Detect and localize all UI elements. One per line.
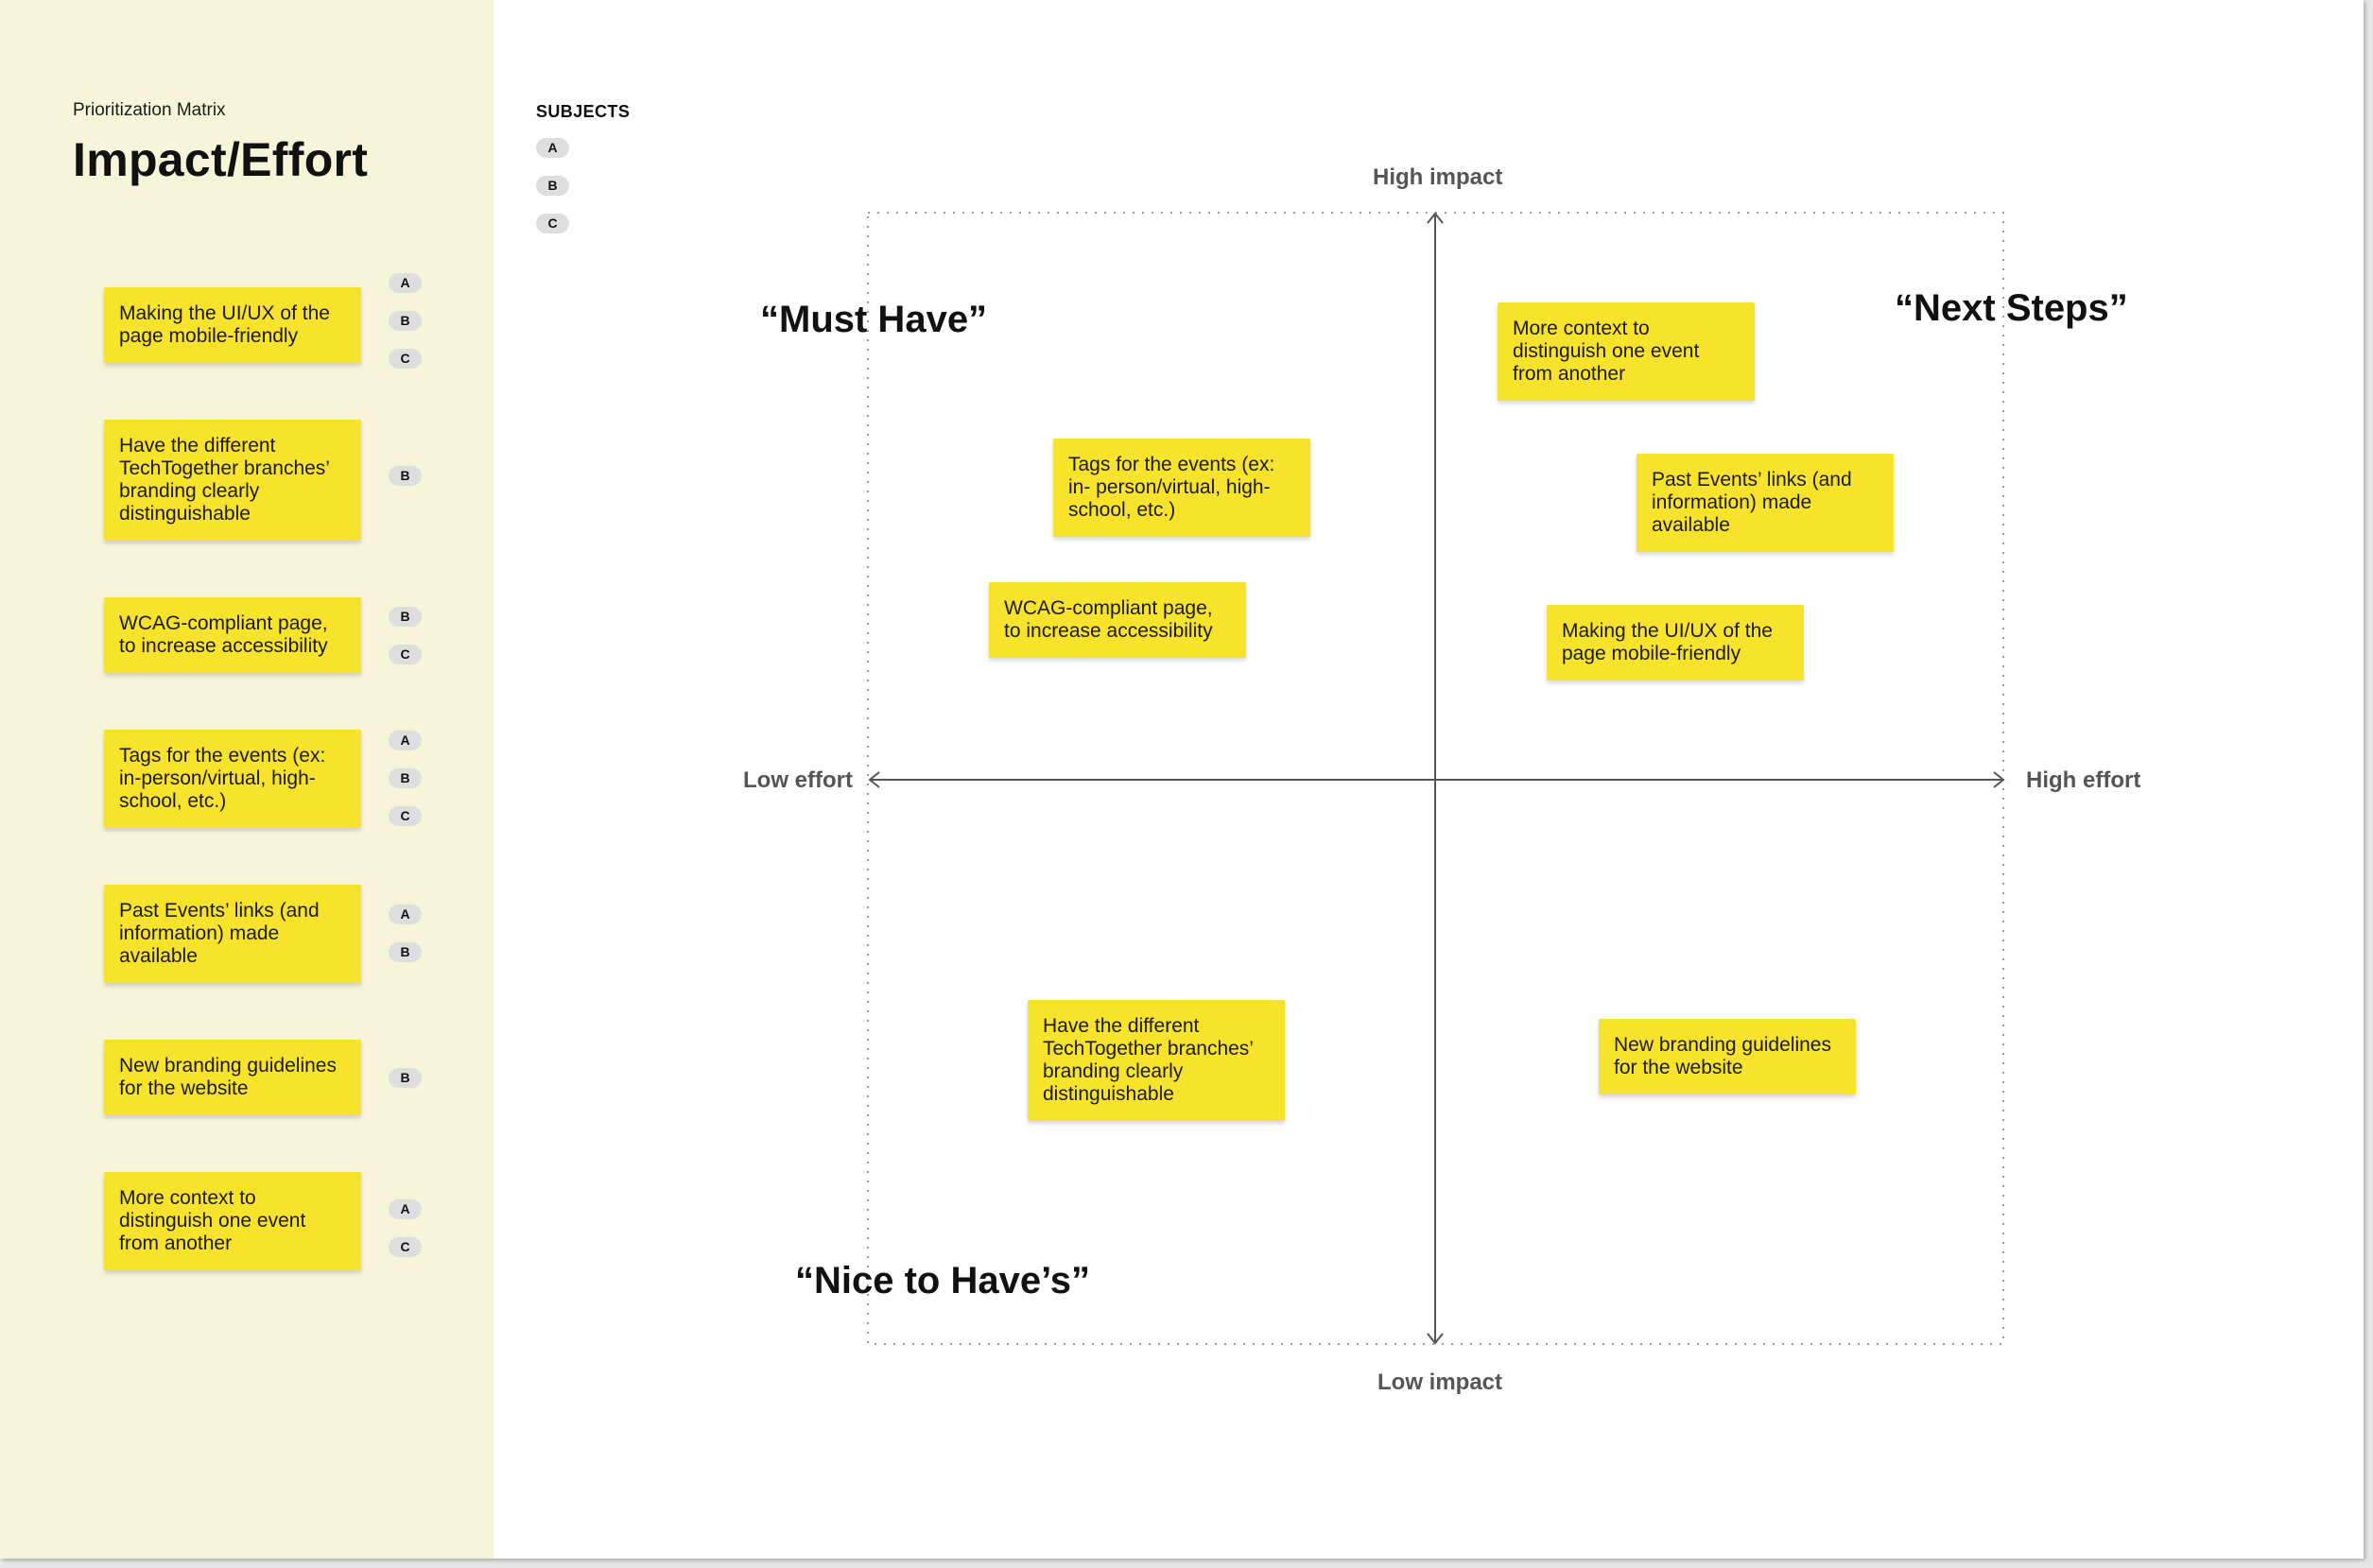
- matrix-sticky-branding-guidelines[interactable]: New branding guidelines for the website: [1599, 1019, 1856, 1094]
- subject-badge[interactable]: B: [389, 607, 422, 627]
- quadrant-title-must-have: “Must Have”: [760, 299, 988, 340]
- sidebar-sticky-past-events[interactable]: Past Events’ links (and information) mad…: [104, 885, 361, 983]
- sidebar: Prioritization Matrix Impact/Effort Maki…: [0, 0, 494, 1559]
- subject-badge[interactable]: B: [389, 942, 422, 962]
- subject-badge[interactable]: C: [389, 1237, 422, 1257]
- subject-badge[interactable]: B: [389, 1068, 422, 1088]
- quadrant-title-next-steps: “Next Steps”: [1895, 287, 2128, 329]
- subjects-title: SUBJECTS: [536, 102, 631, 121]
- subject-badge[interactable]: C: [389, 349, 422, 369]
- sidebar-sticky-mobile-friendly[interactable]: Making the UI/UX of the page mobile-frie…: [104, 287, 361, 363]
- matrix-sticky-branch-branding[interactable]: Have the different TechTogether branches…: [1028, 1000, 1285, 1121]
- axis-label-low-effort: Low effort: [743, 767, 853, 793]
- subject-badge[interactable]: A: [389, 273, 422, 293]
- subject-legend-a[interactable]: A: [536, 138, 569, 158]
- eyebrow-label: Prioritization Matrix: [73, 100, 226, 120]
- quadrant-title-nice-to-have: “Nice to Have’s”: [795, 1260, 1090, 1301]
- subject-legend-b[interactable]: B: [536, 176, 569, 196]
- canvas: Prioritization Matrix Impact/Effort Maki…: [0, 0, 2364, 1559]
- matrix-sticky-past-events[interactable]: Past Events’ links (and information) mad…: [1637, 454, 1894, 552]
- subject-badge[interactable]: A: [389, 905, 422, 924]
- sidebar-sticky-event-tags[interactable]: Tags for the events (ex: in-person/virtu…: [104, 730, 361, 828]
- impact-axis-arrow-bottom: [1427, 1333, 1444, 1345]
- subject-badge[interactable]: A: [389, 731, 422, 750]
- subject-badge[interactable]: B: [389, 768, 422, 788]
- sidebar-sticky-branch-branding[interactable]: Have the different TechTogether branches…: [104, 420, 361, 541]
- effort-axis-arrow-left: [868, 771, 880, 788]
- axis-label-high-effort: High effort: [2026, 767, 2141, 793]
- subject-badge[interactable]: B: [389, 466, 422, 486]
- matrix-boundary: [867, 212, 2004, 1345]
- matrix-sticky-wcag[interactable]: WCAG-compliant page, to increase accessi…: [989, 582, 1246, 658]
- sidebar-sticky-event-context[interactable]: More context to distinguish one event fr…: [104, 1172, 361, 1270]
- subject-badge[interactable]: A: [389, 1199, 422, 1219]
- subject-badge[interactable]: C: [389, 806, 422, 826]
- matrix-sticky-event-context[interactable]: More context to distinguish one event fr…: [1498, 302, 1755, 401]
- matrix-sticky-event-tags[interactable]: Tags for the events (ex: in- person/virt…: [1053, 439, 1310, 537]
- subject-badge[interactable]: C: [389, 645, 422, 664]
- subject-legend-c[interactable]: C: [536, 214, 569, 233]
- page-title: Impact/Effort: [73, 133, 369, 186]
- axis-label-high-impact: High impact: [1373, 164, 1503, 190]
- sidebar-sticky-branding-guidelines[interactable]: New branding guidelines for the website: [104, 1040, 361, 1115]
- effort-axis-arrow-right: [1993, 771, 2005, 788]
- axis-label-low-impact: Low impact: [1377, 1370, 1503, 1395]
- matrix-sticky-mobile-friendly[interactable]: Making the UI/UX of the page mobile-frie…: [1547, 605, 1804, 681]
- sidebar-sticky-wcag[interactable]: WCAG-compliant page, to increase accessi…: [104, 597, 361, 673]
- subject-badge[interactable]: B: [389, 311, 422, 331]
- impact-axis-arrow-top: [1427, 212, 1444, 224]
